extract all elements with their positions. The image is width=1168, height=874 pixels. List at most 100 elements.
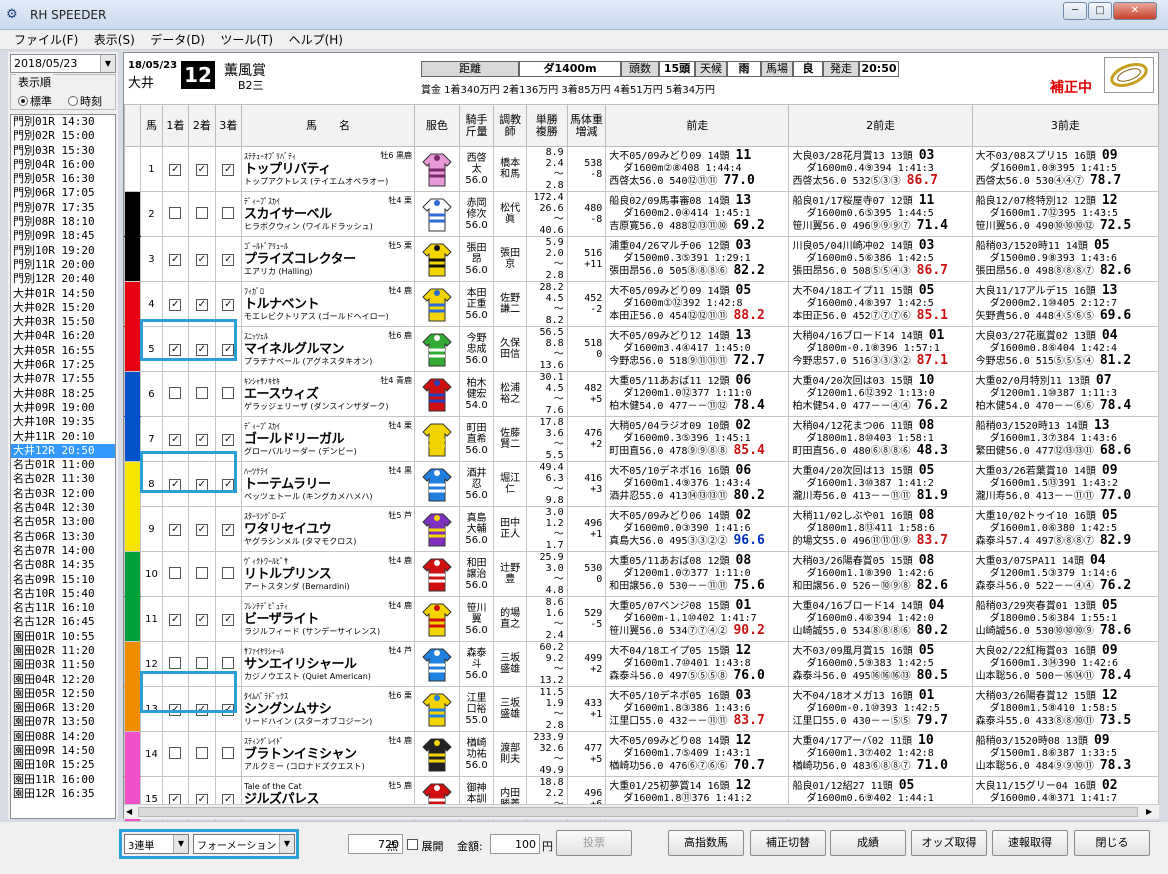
race-list-item[interactable]: 大井09R 19:00 xyxy=(11,401,115,415)
results-button[interactable]: 成績 xyxy=(830,830,906,856)
chevron-down-icon[interactable]: ▼ xyxy=(100,55,115,72)
col-prev1[interactable]: 前走 xyxy=(605,104,790,147)
race-list-item[interactable]: 名古04R 12:30 xyxy=(11,501,115,515)
scroll-right-icon[interactable]: ▶ xyxy=(1146,807,1152,816)
menu-help[interactable]: ヘルプ(H) xyxy=(283,30,349,50)
first-place-checkbox-cell[interactable]: ✓ xyxy=(161,461,190,507)
race-list-item[interactable]: 園田01R 10:55 xyxy=(11,630,115,644)
close-window-button[interactable]: ✕ xyxy=(1113,2,1157,20)
race-list-item[interactable]: 門別06R 17:05 xyxy=(11,186,115,200)
checkbox-icon[interactable] xyxy=(222,386,235,399)
menu-data[interactable]: データ(D) xyxy=(144,30,211,50)
race-list-item[interactable]: 園田11R 16:00 xyxy=(11,773,115,787)
menu-tools[interactable]: ツール(T) xyxy=(214,30,279,50)
second-place-checkbox-cell[interactable]: ✓ xyxy=(188,506,216,552)
first-place-checkbox-cell[interactable]: ✓ xyxy=(161,506,190,552)
minimize-button[interactable]: ─ xyxy=(1063,2,1087,20)
race-list-item[interactable]: 門別10R 19:20 xyxy=(11,244,115,258)
race-list-item[interactable]: 門別05R 16:30 xyxy=(11,172,115,186)
first-place-checkbox-cell[interactable] xyxy=(161,551,190,597)
third-place-checkbox-cell[interactable]: ✓ xyxy=(214,326,243,372)
second-place-checkbox-cell[interactable] xyxy=(188,551,216,597)
checkbox-icon[interactable]: ✓ xyxy=(222,614,235,626)
second-place-checkbox-cell[interactable]: ✓ xyxy=(188,236,216,282)
table-row[interactable]: 9 ✓ ✓ ✓ ｽﾀｰﾘﾝｸﾞﾛｰｽﾞ 牡5 芦 ワタリセイユウ ヤグラシンメル (タ… xyxy=(123,506,1160,552)
table-row[interactable]: 14 ｽﾃｨﾝｸﾞﾚｲﾄﾞ 牡4 鹿 ブラトンイミシャン アルクミー (コロナド… xyxy=(123,731,1160,777)
col-weight[interactable]: 馬体重 増減 xyxy=(566,104,607,147)
race-list-item[interactable]: 園田05R 12:50 xyxy=(11,687,115,701)
race-list-item[interactable]: 名古12R 16:45 xyxy=(11,615,115,629)
col-odds[interactable]: 単勝 複勝 xyxy=(525,104,568,147)
table-row[interactable]: 11 ✓ ✓ ✓ ﾌﾚﾝﾁﾃﾞﾋﾟｭﾃｨ 牡4 鹿 ビーザライト ラジルフィード (サ… xyxy=(123,596,1160,642)
third-place-checkbox-cell[interactable]: ✓ xyxy=(214,461,243,507)
horse-name-cell[interactable]: ｺﾞｰﾙﾄﾞｱﾘｭｰﾙ 牡5 栗 プライズコレクター エアリカ (Halling… xyxy=(241,236,415,282)
checkbox-icon[interactable] xyxy=(195,656,208,669)
table-row[interactable]: 1 ✓ ✓ ✓ ｽﾃﾁｭｰｵﾌﾞﾘﾊﾞﾃｨ 牡6 黒鹿 トップリバティ トップアクトレ… xyxy=(123,146,1160,192)
tenkai-checkbox[interactable]: 展開 xyxy=(407,838,444,854)
checkbox-icon[interactable]: ✓ xyxy=(222,254,235,266)
checkbox-icon[interactable]: ✓ xyxy=(169,254,182,266)
third-place-checkbox-cell[interactable] xyxy=(214,551,243,597)
col-trainer[interactable]: 調教 師 xyxy=(493,104,527,147)
race-list-item[interactable]: 門別08R 18:10 xyxy=(11,215,115,229)
second-place-checkbox-cell[interactable]: ✓ xyxy=(188,416,216,462)
col-silk[interactable]: 服色 xyxy=(414,104,460,147)
third-place-checkbox-cell[interactable]: ✓ xyxy=(214,596,243,642)
col-prev2[interactable]: 2前走 xyxy=(788,104,973,147)
race-list-item[interactable]: 大井12R 20:50 xyxy=(11,443,115,459)
table-row[interactable]: 8 ✓ ✓ ✓ ﾊｰﾂｸﾗｲ 牡4 黒 トーテムラリー ペッツェトール (キングカメハ… xyxy=(123,461,1160,507)
first-place-checkbox-cell[interactable] xyxy=(161,731,190,777)
third-place-checkbox-cell[interactable] xyxy=(214,641,243,687)
checkbox-icon[interactable]: ✓ xyxy=(169,614,182,626)
race-list-item[interactable]: 園田12R 16:35 xyxy=(11,787,115,801)
checkbox-icon[interactable]: ✓ xyxy=(195,344,208,356)
race-list-item[interactable]: 門別03R 15:30 xyxy=(11,144,115,158)
col-second[interactable]: 2着 xyxy=(188,104,216,147)
race-list-item[interactable]: 大井04R 16:20 xyxy=(11,329,115,343)
race-list-item[interactable]: 名古05R 13:00 xyxy=(11,515,115,529)
race-list-item[interactable]: 名古08R 14:35 xyxy=(11,558,115,572)
race-list-item[interactable]: 大井01R 14:50 xyxy=(11,287,115,301)
menu-view[interactable]: 表示(S) xyxy=(88,30,141,50)
maximize-button[interactable]: □ xyxy=(1088,2,1112,20)
race-list-item[interactable]: 大井10R 19:35 xyxy=(11,415,115,429)
amount-input[interactable]: 100 xyxy=(490,834,540,854)
col-horse-name[interactable]: 馬 名 xyxy=(241,104,415,147)
checkbox-icon[interactable]: ✓ xyxy=(222,524,235,536)
race-list-item[interactable]: 園田02R 11:20 xyxy=(11,644,115,658)
second-place-checkbox-cell[interactable] xyxy=(188,371,216,417)
odds-fetch-button[interactable]: オッズ取得 xyxy=(911,830,987,856)
third-place-checkbox-cell[interactable]: ✓ xyxy=(214,281,243,327)
horse-name-cell[interactable]: ｽﾆｯﾂｪﾙ 牡6 鹿 マイネルグルマン プラチナペール (アグネスタキオン) xyxy=(241,326,415,372)
second-place-checkbox-cell[interactable]: ✓ xyxy=(188,146,216,192)
col-third[interactable]: 3着 xyxy=(214,104,243,147)
race-list-item[interactable]: 園田06R 13:20 xyxy=(11,701,115,715)
first-place-checkbox-cell[interactable] xyxy=(161,191,190,237)
race-list-item[interactable]: 名古03R 12:00 xyxy=(11,487,115,501)
table-row[interactable]: 10 ｳﾞｨｸﾄﾜｰﾙﾋﾟｻ 牡4 鹿 リトルプリンス アートスタンダ (Ber… xyxy=(123,551,1160,597)
checkbox-icon[interactable]: ✓ xyxy=(169,524,182,536)
race-list-item[interactable]: 大井11R 20:10 xyxy=(11,430,115,444)
second-place-checkbox-cell[interactable]: ✓ xyxy=(188,596,216,642)
date-select[interactable]: 2018/05/23 ▼ xyxy=(10,54,116,73)
col-jockey[interactable]: 騎手 斤量 xyxy=(458,104,495,147)
third-place-checkbox-cell[interactable]: ✓ xyxy=(214,146,243,192)
checkbox-icon[interactable] xyxy=(169,656,182,669)
checkbox-icon[interactable]: ✓ xyxy=(195,614,208,626)
checkbox-icon[interactable]: ✓ xyxy=(222,434,235,446)
checkbox-icon[interactable]: ✓ xyxy=(169,704,182,716)
checkbox-icon[interactable]: ✓ xyxy=(195,704,208,716)
race-list-item[interactable]: 名古09R 15:10 xyxy=(11,573,115,587)
race-list-item[interactable]: 園田09R 14:50 xyxy=(11,744,115,758)
race-list-item[interactable]: 大井07R 17:55 xyxy=(11,372,115,386)
checkbox-icon[interactable]: ✓ xyxy=(195,254,208,266)
checkbox-icon[interactable] xyxy=(222,746,235,759)
menu-file[interactable]: ファイル(F) xyxy=(8,30,84,50)
horse-name-cell[interactable]: ｳﾞｨｸﾄﾜｰﾙﾋﾟｻ 牡4 鹿 リトルプリンス アートスタンダ (Bernar… xyxy=(241,551,415,597)
checkbox-icon[interactable]: ✓ xyxy=(222,344,235,356)
horizontal-scrollbar[interactable]: ◀ ▶ xyxy=(124,804,1159,819)
race-list-item[interactable]: 大井02R 15:20 xyxy=(11,301,115,315)
checkbox-icon[interactable] xyxy=(195,206,208,219)
table-row[interactable]: 6 ｷﾝｼｬｻﾉｷｾｷ 牡4 青鹿 エースウィズ ゲラッジェリーザ (ダンスイン… xyxy=(123,371,1160,417)
checkbox-icon[interactable] xyxy=(169,746,182,759)
